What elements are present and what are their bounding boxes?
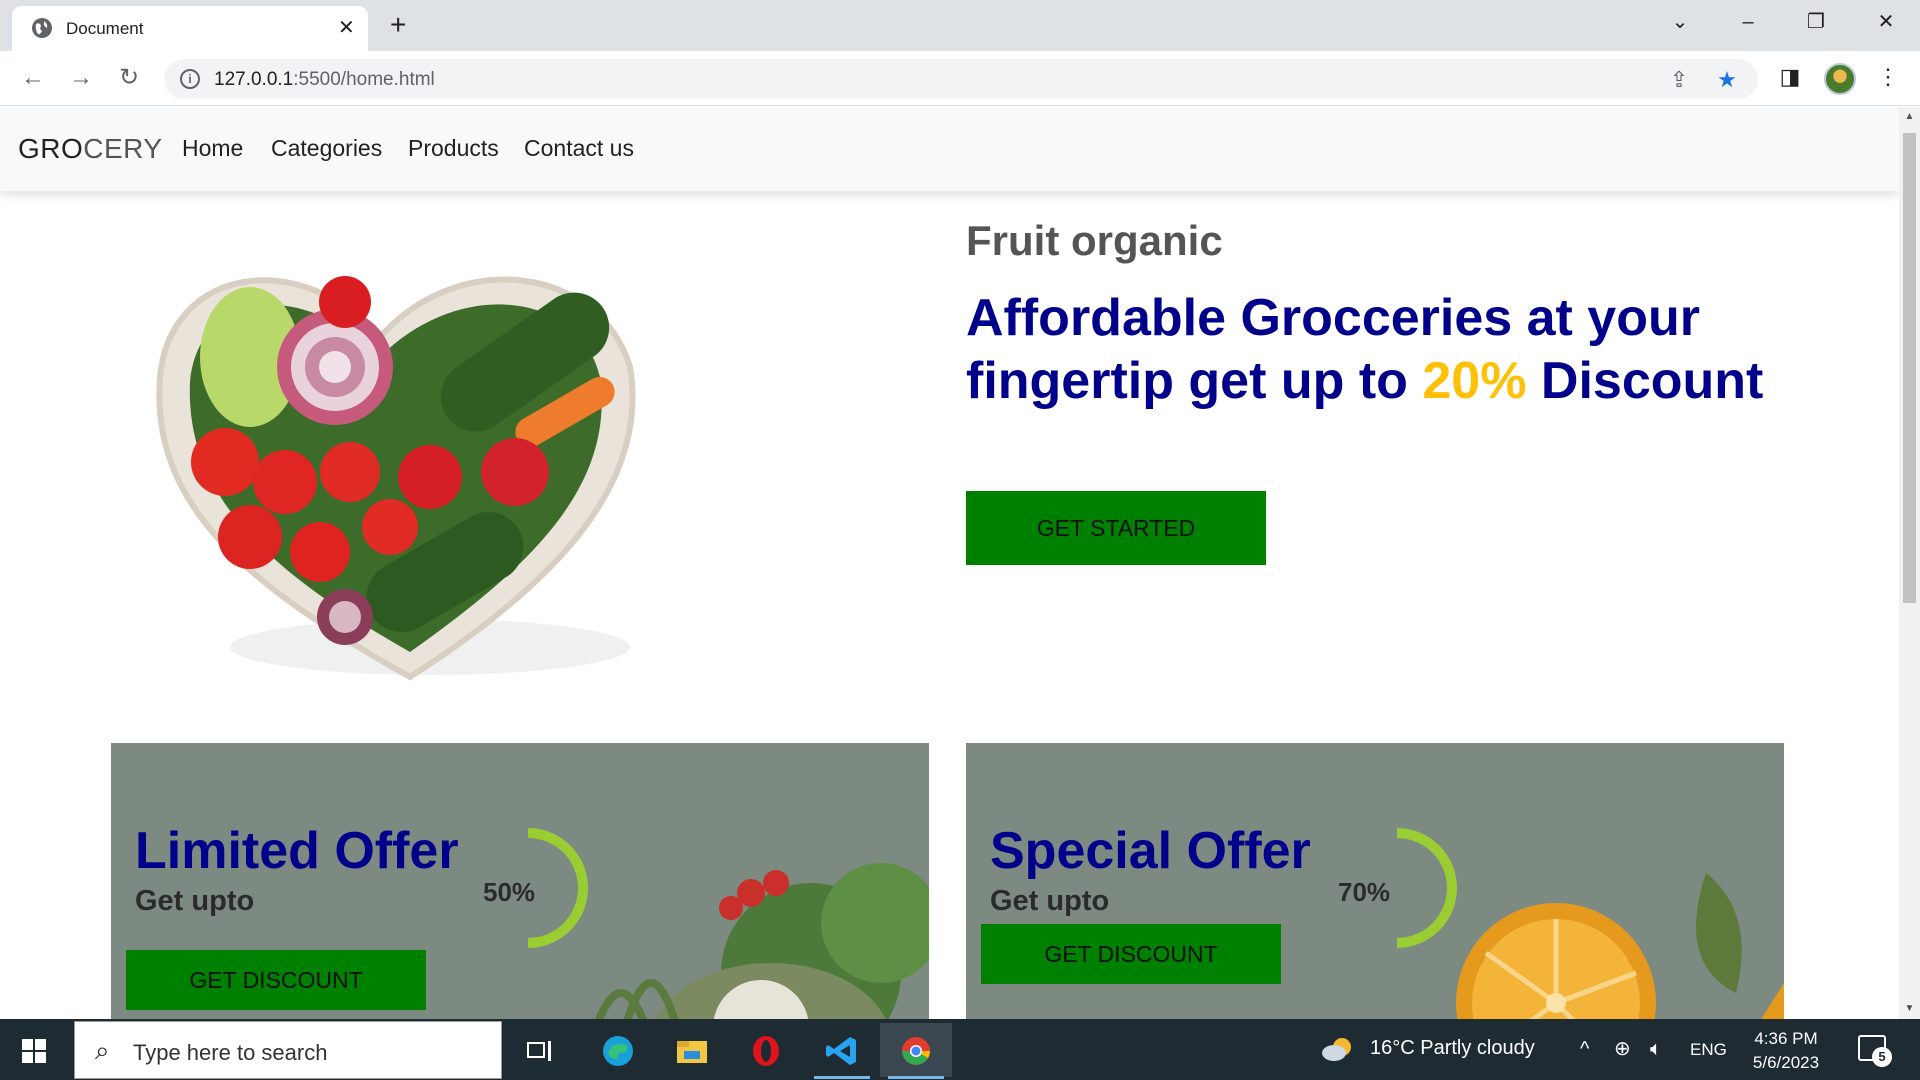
chevron-up-icon[interactable]: ^ xyxy=(1580,1037,1589,1061)
kebab-menu-icon[interactable]: ⋮ xyxy=(1874,63,1902,91)
taskbar-search-box[interactable]: ⌕ Type here to search xyxy=(74,1021,502,1079)
task-view-glyph xyxy=(527,1041,551,1061)
windows-start-icon[interactable] xyxy=(22,1039,46,1063)
opera-glyph xyxy=(753,1036,779,1066)
minimize-icon[interactable]: – xyxy=(1736,10,1760,34)
clock-date: 5/6/2023 xyxy=(1752,1053,1820,1072)
page-viewport: GROCERY Home Categories Products Contact… xyxy=(0,107,1899,1019)
offer-card-special: Special Offer Get upto 70% GET DISCOUNT xyxy=(966,743,1784,1019)
close-tab-icon[interactable]: ✕ xyxy=(338,16,355,40)
weather-text[interactable]: 16°C Partly cloudy xyxy=(1370,1037,1535,1060)
file-explorer-icon[interactable] xyxy=(656,1023,728,1077)
address-bar[interactable]: i 127.0.0.1:5500/home.html ⇪ ★ xyxy=(164,59,1758,99)
search-placeholder: Type here to search xyxy=(133,1040,328,1065)
globe-icon xyxy=(32,18,52,38)
clock-time: 4:36 PM xyxy=(1754,1029,1818,1048)
opera-browser-icon[interactable] xyxy=(730,1023,802,1077)
close-window-icon[interactable]: ✕ xyxy=(1874,10,1898,34)
nav-link-contact[interactable]: Contact us xyxy=(524,135,634,162)
task-view-icon[interactable] xyxy=(504,1023,576,1077)
scroll-up-icon[interactable]: ▲ xyxy=(1899,109,1920,125)
hero-heading: Affordable Grocceries at your fingertip … xyxy=(966,289,1764,410)
back-icon[interactable]: ← xyxy=(18,63,48,93)
chrome-browser-icon[interactable] xyxy=(880,1023,952,1079)
notification-count-badge: 5 xyxy=(1872,1047,1892,1067)
star-icon[interactable]: ★ xyxy=(1714,67,1740,93)
volume-icon[interactable]: 🔈︎ xyxy=(1650,1037,1662,1061)
edge-browser-icon[interactable] xyxy=(582,1023,654,1077)
nav-link-home[interactable]: Home xyxy=(182,135,243,162)
forward-icon[interactable]: → xyxy=(66,63,96,93)
share-icon[interactable]: ⇪ xyxy=(1666,67,1692,93)
url-text: 127.0.0.1:5500/home.html xyxy=(214,69,435,90)
restore-icon[interactable]: ❐ xyxy=(1804,10,1828,34)
offer-card-limited: Limited Offer Get upto 50% GET DISCOUNT xyxy=(111,743,929,1019)
get-discount-button[interactable]: GET DISCOUNT xyxy=(981,924,1281,984)
hero-subtitle: Fruit organic xyxy=(966,217,1223,264)
discount-highlight: 20% xyxy=(1422,352,1527,410)
vscode-icon[interactable] xyxy=(806,1023,878,1079)
new-tab-plus-icon[interactable]: + xyxy=(390,10,406,40)
tab-search-chevron-down-icon[interactable]: ⌄ xyxy=(1668,10,1692,34)
notification-center-icon[interactable]: 5 xyxy=(1858,1035,1892,1067)
offer-title: Special Offer xyxy=(990,822,1311,880)
offer-title: Limited Offer xyxy=(135,822,459,880)
offer-percent: 70% xyxy=(1338,877,1391,907)
browser-toolbar: ← → ↻ i 127.0.0.1:5500/home.html ⇪ ★ xyxy=(0,51,1920,106)
vscode-glyph xyxy=(826,1037,856,1065)
nav-link-categories[interactable]: Categories xyxy=(271,135,382,162)
reload-icon[interactable]: ↻ xyxy=(114,63,144,93)
scroll-down-icon[interactable]: ▼ xyxy=(1899,1001,1920,1017)
network-globe-icon[interactable]: ⊕ xyxy=(1614,1037,1631,1061)
scrollbar-thumb[interactable] xyxy=(1903,133,1916,603)
get-started-button[interactable]: GET STARTED xyxy=(966,491,1266,565)
browser-tab[interactable]: Document ✕ xyxy=(12,6,368,51)
windows-taskbar: ⌕ Type here to search 16°C Partly cloudy… xyxy=(0,1019,1920,1080)
site-navbar: GROCERY Home Categories Products Contact… xyxy=(0,107,1899,191)
edge-glyph xyxy=(603,1036,633,1066)
page-scrollbar[interactable]: ▲ ▼ xyxy=(1899,107,1920,1019)
weather-partly-cloudy-icon xyxy=(1322,1038,1351,1061)
side-panel-icon[interactable]: ◨ xyxy=(1776,63,1804,91)
search-icon: ⌕ xyxy=(95,1035,110,1065)
brand-logo[interactable]: GROCERY xyxy=(18,133,163,165)
avatar[interactable] xyxy=(1824,63,1856,95)
offer-percent: 50% xyxy=(483,877,536,907)
get-discount-button[interactable]: GET DISCOUNT xyxy=(126,950,426,1010)
taskbar-clock[interactable]: 4:36 PM 5/6/2023 xyxy=(1748,1027,1824,1075)
language-indicator[interactable]: ENG xyxy=(1690,1040,1727,1060)
offer-subtitle: Get upto xyxy=(990,885,1110,917)
tab-title: Document xyxy=(66,19,144,38)
site-info-icon[interactable]: i xyxy=(180,69,200,89)
chrome-glyph xyxy=(902,1037,930,1065)
offer-subtitle: Get upto xyxy=(135,885,255,917)
nav-link-products[interactable]: Products xyxy=(408,135,499,162)
folder-glyph xyxy=(677,1041,707,1063)
hero-vegetables-heart-image xyxy=(156,276,636,681)
browser-tabstrip: Document ✕ + ⌄ – ❐ ✕ xyxy=(0,0,1920,51)
